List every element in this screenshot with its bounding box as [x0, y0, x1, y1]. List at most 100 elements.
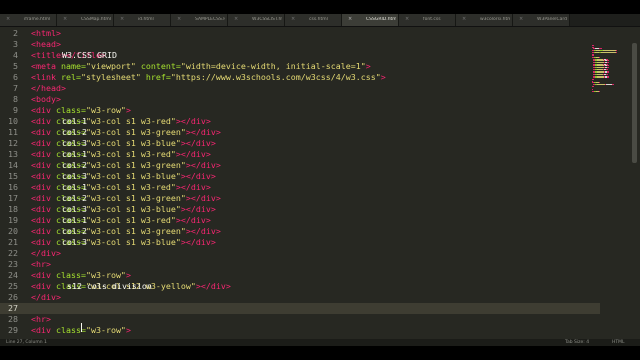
tab-3[interactable]: × id.html	[114, 14, 171, 26]
code-token-txt: col-3	[62, 204, 87, 214]
code-line[interactable]: 19 <div class="w3-col s1 w3-red"> col-1 </…	[0, 215, 600, 226]
close-tab-icon[interactable]: ×	[348, 16, 352, 22]
code-line[interactable]: 21 <div class="w3-col s1 w3-blue"> col-3 <…	[0, 237, 600, 248]
line-code: <hr>	[31, 259, 51, 270]
tab-9[interactable]: × w3colorsi.html	[456, 14, 513, 26]
minimap-line	[592, 85, 594, 87]
tab-8[interactable]: × font.css	[399, 14, 456, 26]
code-token-tag: <body>	[31, 94, 61, 104]
minimap-line	[599, 90, 600, 92]
code-line[interactable]: 3 <head>	[0, 39, 600, 50]
tab-label: w3colorsi.html	[480, 17, 510, 22]
code-line[interactable]: 25 <div class="w3-col s12 w3-yellow"> s1…	[0, 281, 600, 292]
line-number: 29	[8, 325, 18, 335]
close-tab-icon[interactable]: ×	[405, 16, 409, 22]
close-tab-icon[interactable]: ×	[177, 16, 181, 22]
code-line[interactable]: 17 <div class="w3-col s1 w3-green"> col-2…	[0, 193, 600, 204]
minimap-line	[612, 84, 614, 86]
code-line[interactable]: 22 </div>	[0, 248, 600, 259]
line-number: 26	[8, 292, 18, 302]
code-token-tag: <div	[31, 149, 56, 159]
tab-6[interactable]: × css.html	[285, 14, 342, 26]
code-line[interactable]: 11 <div class="w3-col s1 w3-green"> col-2…	[0, 127, 600, 138]
tab-label: SAMPLECSS.HTML	[195, 17, 225, 22]
close-tab-icon[interactable]: ×	[519, 16, 523, 22]
code-token-attr: name=	[60, 61, 86, 71]
code-line[interactable]: 9 <div class="w3-row">	[0, 105, 600, 116]
line-number: 16	[8, 182, 18, 192]
tab-10[interactable]: × W3PanelCard.html	[513, 14, 570, 26]
close-tab-icon[interactable]: ×	[462, 16, 466, 22]
line-code: <div class="w3-col s1 w3-blue"> col-3 </di…	[31, 138, 216, 149]
code-line[interactable]: 16 <div class="w3-col s1 w3-red"> col-1 </…	[0, 182, 600, 193]
code-token-tag: <div	[31, 160, 56, 170]
code-line[interactable]: 15 <div class="w3-col s1 w3-blue"> col-3 <…	[0, 171, 600, 182]
code-line[interactable]: 18 <div class="w3-col s1 w3-blue"> col-3 <…	[0, 204, 600, 215]
code-token-txt: W3.CSS GRID	[62, 50, 117, 60]
tab-label: id.html	[138, 17, 154, 22]
code-line[interactable]: 8 <body>	[0, 94, 600, 105]
vertical-scrollbar[interactable]	[632, 43, 637, 163]
tab-4[interactable]: × SAMPLECSS.HTML	[171, 14, 228, 26]
code-token-tag: >	[380, 72, 386, 82]
code-line[interactable]: 10 <div class="w3-col s1 w3-red"> col-1 </…	[0, 116, 600, 127]
code-token-attr: class=	[55, 105, 86, 115]
tab-size-indicator[interactable]: Tab Size: 4	[565, 340, 589, 345]
code-line[interactable]: 12 <div class="w3-col s1 w3-blue"> col-3 <…	[0, 138, 600, 149]
code-token-str: "w3-col s1 w3-green"	[85, 226, 186, 236]
tab-7[interactable]: × CSSGRID.html	[342, 14, 399, 26]
code-token-tag: </div>	[190, 127, 221, 137]
syntax-indicator[interactable]: HTML	[612, 340, 625, 345]
code-line[interactable]: 2 <html>	[0, 28, 600, 39]
line-number: 14	[8, 160, 18, 170]
close-tab-icon[interactable]: ×	[63, 16, 67, 22]
code-token-txt: col-2	[62, 226, 87, 236]
code-line[interactable]: 4 <title> W3.CSS GRID </title>	[0, 50, 600, 61]
code-line[interactable]: 13 <div class="w3-col s1 w3-red"> col-1 </…	[0, 149, 600, 160]
minimap-line	[616, 51, 617, 53]
code-token-attr: content=	[135, 61, 181, 71]
code-token-str: "w3-col s1 w3-green"	[85, 160, 186, 170]
code-line[interactable]: 7 </head>	[0, 83, 600, 94]
tab-1[interactable]: × iframe.html	[0, 14, 57, 26]
code-editor[interactable]: 2 <html> 3 <head> 4 <title> W3.CSS GRID </titl…	[0, 27, 640, 339]
code-token-attr: href=	[140, 72, 171, 82]
tab-label: CSSMap.html	[81, 17, 111, 22]
code-line[interactable]: 24 <div class="w3-row">	[0, 270, 600, 281]
code-token-tag: </div>	[180, 215, 211, 225]
code-line[interactable]: 29 <div class="w3-row">	[0, 325, 600, 336]
line-number: 20	[8, 226, 18, 236]
code-token-txt: col-3	[62, 237, 87, 247]
code-line[interactable]: 6 <link rel="stylesheet" href="https://ww…	[0, 72, 600, 83]
line-number: 23	[8, 259, 18, 269]
code-token-str: "w3-col s1 w3-red"	[85, 116, 176, 126]
close-tab-icon[interactable]: ×	[120, 16, 124, 22]
minimap[interactable]	[592, 45, 626, 95]
code-line[interactable]: 26 </div>	[0, 292, 600, 303]
line-number: 15	[8, 171, 18, 181]
tab-label: CSSGRID.html	[366, 17, 396, 22]
tab-2[interactable]: × CSSMap.html	[57, 14, 114, 26]
close-tab-icon[interactable]: ×	[234, 16, 238, 22]
tab-5[interactable]: × W3CSSLIST.html	[228, 14, 285, 26]
code-token-tag: >	[125, 105, 131, 115]
minimap-line	[601, 51, 616, 53]
code-line[interactable]: 20 <div class="w3-col s1 w3-green"> col-2…	[0, 226, 600, 237]
code-line[interactable]: 5 <meta name="viewport" content="width=de…	[0, 61, 600, 72]
code-token-tag: </div>	[190, 226, 221, 236]
code-token-tag: >	[125, 270, 131, 280]
code-token-tag: <div	[31, 325, 56, 335]
code-token-str: "viewport"	[85, 61, 136, 71]
code-token-tag: </div>	[180, 116, 211, 126]
code-token-str: "w3-row"	[85, 325, 126, 335]
text-cursor	[81, 323, 82, 332]
code-line[interactable]: 14 <div class="w3-col s1 w3-green"> col-2…	[0, 160, 600, 171]
close-tab-icon[interactable]: ×	[6, 16, 10, 22]
line-code: <div class="w3-col s1 w3-blue"> col-3 </di…	[31, 204, 216, 215]
code-line[interactable]: 27	[0, 303, 600, 314]
close-tab-icon[interactable]: ×	[291, 16, 295, 22]
code-token-tag: >	[365, 61, 371, 71]
code-line[interactable]: 23 <hr>	[0, 259, 600, 270]
code-token-txt: col-2	[62, 160, 87, 170]
code-line[interactable]: 28 <hr>	[0, 314, 600, 325]
